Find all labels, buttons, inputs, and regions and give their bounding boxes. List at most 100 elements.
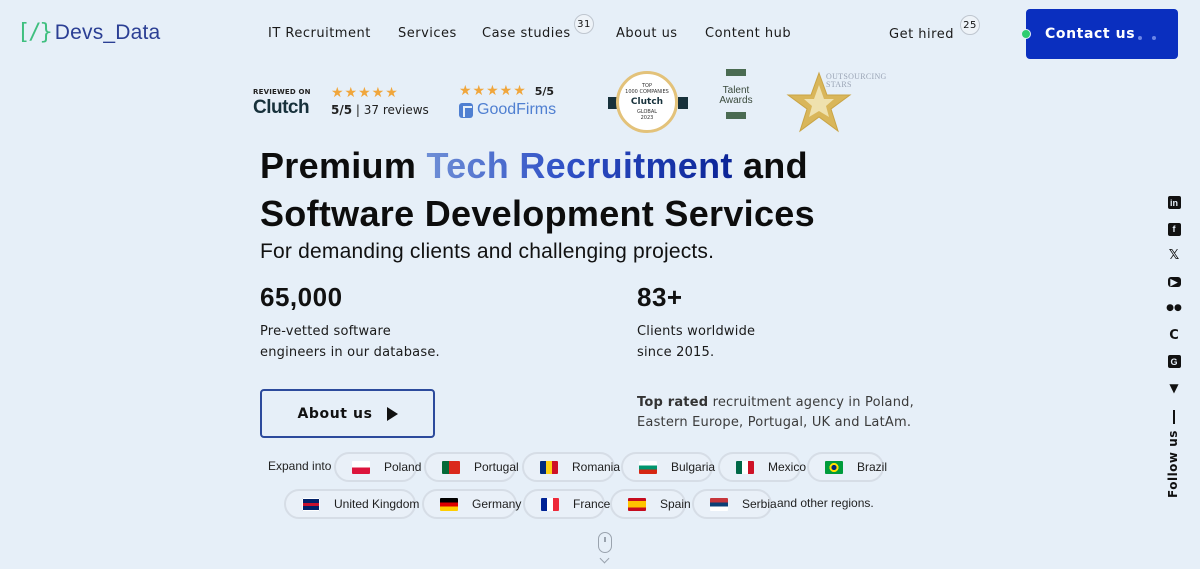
clutch-review-badge[interactable]: REVIEWED ON Clutch [253,88,311,119]
top-rated-bold: Top rated [637,395,709,410]
stat-desc: Clients worldwide [637,324,756,339]
about-us-label: About us [297,405,373,422]
clutch-rating: 5/5 [331,103,353,117]
spain-flag-icon [628,497,646,511]
online-status-dot [1021,29,1031,39]
country-chip-bulgaria[interactable]: Bulgaria [621,452,716,482]
ribbon-bottom-icon [726,112,746,119]
top-rated-text: Top rated recruitment agency in Poland, … [637,393,914,433]
hero-title: Premium Tech Recruitment and Software De… [260,142,815,238]
case-studies-count-badge: 31 [574,14,594,34]
ribbon-top-icon [726,69,746,76]
bulgaria-flag-icon [639,460,657,474]
contact-us-button[interactable]: Contact us [1021,9,1178,59]
nav-get-hired[interactable]: Get hired [889,27,954,42]
logo-text: Devs_Data [54,20,161,44]
contact-us-label: Contact us [1045,26,1136,42]
country-name: United Kingdom [334,497,420,511]
country-name: France [573,497,611,511]
clutch-stars-icon: ★★★★★ [331,85,399,101]
portugal-flag-icon [442,460,460,474]
chevron-down-icon[interactable] [599,553,610,564]
x-icon[interactable]: 𝕏 [1168,249,1181,262]
clutch-top-1000-award: TOP 1000 COMPANIES Clutch GLOBAL 2023 [608,71,688,135]
play-icon [386,406,398,421]
social-links: in f 𝕏 ▶ ●● C G ▼ [1165,196,1183,436]
nav-services[interactable]: Services [398,26,457,41]
hero-subtitle: For demanding clients and challenging pr… [260,240,715,263]
linkedin-icon[interactable]: in [1167,196,1181,209]
award-text: 1000 COMPANIES [625,89,669,95]
nav-case-studies[interactable]: Case studies [482,26,571,41]
expand-into-label: Expand into [268,459,332,473]
country-name: Brazil [857,460,888,474]
country-chip-portugal[interactable]: Portugal [424,452,519,482]
stat-desc: since 2015. [637,345,715,360]
youtube-icon[interactable]: ▶ [1167,276,1181,289]
stat-engineers: 65,000 Pre-vetted software engineers in o… [260,282,440,363]
country-chip-poland[interactable]: Poland [334,452,421,482]
country-name: Germany [472,497,522,511]
facebook-icon[interactable]: f [1167,222,1181,236]
award-brand: Clutch [630,97,664,107]
nav-about-us[interactable]: About us [616,26,678,41]
country-name: Portugal [474,460,519,474]
logo-mark-icon: [/} [17,20,53,45]
title-highlight: Tech Recruitment [426,145,733,186]
follow-us-label: Follow us [1166,430,1180,498]
title-bold: Software Development [260,193,655,234]
top-rated-line: Eastern Europe, Portugal, UK and LatAm. [637,415,912,430]
romania-flag-icon [540,460,558,474]
stat-value: 83+ [637,282,683,312]
other-regions-text: and other regions. [777,496,874,510]
goodfirms-logo-text: GoodFirms [477,101,557,118]
germany-flag-icon [440,497,458,511]
country-chip-france[interactable]: France [523,489,610,519]
poland-flag-icon [352,460,370,474]
award-text: Awards [719,95,753,106]
france-flag-icon [541,497,559,511]
reviewed-on-label: REVIEWED ON [253,88,311,96]
brazil-flag-icon [825,460,843,474]
stat-value: 65,000 [260,282,343,312]
goodfirms-icon[interactable]: G [1167,355,1181,368]
logo[interactable]: [/} Devs_Data [17,20,160,45]
medium-icon[interactable]: ●● [1166,302,1182,315]
country-chip-germany[interactable]: Germany [422,489,521,519]
nav-it-recruitment[interactable]: IT Recruitment [268,26,371,41]
country-chip-united-kingdom[interactable]: United Kingdom [284,489,420,519]
clutch-review-count: | 37 reviews [355,103,429,117]
stat-desc: Pre-vetted software [260,324,391,339]
divider [1173,410,1175,424]
nav-content-hub[interactable]: Content hub [705,26,791,41]
vue-icon[interactable]: ▼ [1168,381,1181,395]
scroll-mouse-icon[interactable] [598,532,612,553]
outsourcing-stars-badge: OUTSOURCING STARS [786,71,896,133]
country-name: Serbia [742,497,777,511]
top-rated-line: recruitment agency in Poland, [708,395,914,410]
country-name: Romania [572,460,621,474]
goodfirms-review-badge[interactable]: ★★★★★ 5/5 GoodFirms [459,83,556,119]
country-name: Poland [384,460,422,474]
clutch-logo: Clutch [253,97,310,118]
country-name: Spain [660,497,691,511]
country-name: Mexico [768,460,807,474]
country-chip-brazil[interactable]: Brazil [807,452,888,482]
award-text: STARS [826,80,852,89]
country-chip-romania[interactable]: Romania [522,452,620,482]
goodfirms-logo-icon [459,102,473,118]
dots-decoration [1138,36,1156,40]
country-chip-serbia[interactable]: Serbia [692,489,777,519]
serbia-flag-icon [710,497,728,511]
get-hired-count-badge: 25 [960,15,980,35]
country-chip-mexico[interactable]: Mexico [718,452,806,482]
country-chip-spain[interactable]: Spain [610,489,691,519]
clutch-icon[interactable]: C [1168,329,1181,342]
stat-desc: engineers in our database. [260,345,440,360]
country-name: Bulgaria [671,460,716,474]
uk-flag-icon [302,497,320,511]
about-us-button[interactable]: About us [260,389,435,438]
mexico-flag-icon [736,460,754,474]
clutch-score: ★★★★★ 5/5 | 37 reviews [331,85,429,117]
award-year: 2023 [640,115,654,121]
